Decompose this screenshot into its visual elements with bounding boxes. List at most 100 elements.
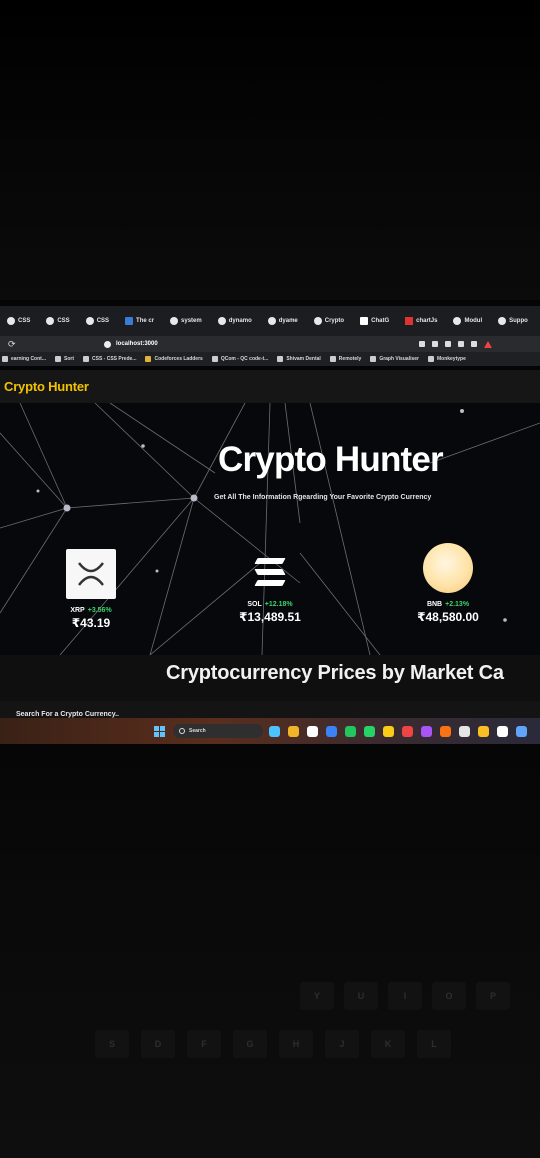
coin-symbol: BNB bbox=[426, 601, 443, 608]
taskbar-app-icon[interactable] bbox=[326, 725, 337, 737]
bookmark-item[interactable]: earning Cont... bbox=[2, 356, 46, 362]
extension-icon[interactable] bbox=[445, 340, 451, 347]
browser-tab[interactable]: Crypto bbox=[309, 312, 349, 330]
bookmark-item[interactable]: Graph Visualiser bbox=[370, 356, 419, 362]
browser-tab[interactable]: Suppo bbox=[493, 312, 533, 330]
browser-tab-strip: CSS CSS CSS The cr system dynamo dyame Crypto Ch… bbox=[0, 306, 540, 336]
keyboard-key: I bbox=[388, 982, 422, 1010]
coin-price: ₹43.19 bbox=[71, 616, 111, 630]
hero-subtitle: Get All The Information Rgearding Your F… bbox=[214, 494, 432, 501]
github-icon bbox=[170, 317, 179, 325]
extension-icon[interactable] bbox=[471, 340, 477, 347]
browser-tab[interactable]: Modul bbox=[448, 312, 487, 330]
site-info-icon[interactable] bbox=[104, 340, 111, 348]
keyboard-key: H bbox=[279, 1030, 313, 1058]
crypto-search-input[interactable]: Search For a Crypto Currency.. bbox=[16, 711, 119, 718]
taskbar-app-icon[interactable] bbox=[402, 725, 413, 737]
browser-tab[interactable]: ChatG bbox=[355, 312, 394, 330]
taskbar-app-icon[interactable] bbox=[497, 725, 508, 737]
extension-icon[interactable] bbox=[458, 340, 464, 347]
bookmark-icon bbox=[55, 356, 61, 362]
taskbar-app-icon[interactable] bbox=[288, 725, 299, 737]
github-icon bbox=[370, 356, 377, 362]
extension-icon[interactable] bbox=[419, 340, 425, 347]
browser-tab-label: CSS bbox=[96, 318, 110, 324]
doc-icon bbox=[125, 317, 134, 325]
windows-start-icon[interactable] bbox=[154, 725, 165, 737]
url-text[interactable]: localhost:3000 bbox=[116, 341, 158, 347]
github-icon bbox=[453, 317, 462, 325]
bookmark-label: Remotely bbox=[338, 356, 362, 362]
coin-symbol: SOL bbox=[247, 601, 262, 608]
coin-card-xrp[interactable]: XRP +3.56% ₹43.19 bbox=[63, 549, 119, 630]
taskbar-app-icon[interactable] bbox=[383, 725, 394, 737]
bookmark-item[interactable]: Monkeytype bbox=[427, 356, 466, 362]
browser-tab[interactable]: CSS bbox=[81, 312, 114, 330]
bookmark-icon bbox=[277, 356, 284, 362]
chat-icon bbox=[360, 317, 369, 325]
bookmark-label: Monkeytype bbox=[436, 356, 466, 362]
browser-tab[interactable]: dynamo bbox=[213, 312, 257, 330]
browser-tab[interactable]: chartJs bbox=[400, 312, 442, 330]
taskbar-app-icon[interactable] bbox=[516, 725, 527, 737]
github-icon bbox=[46, 317, 55, 325]
bookmark-item[interactable]: Sort bbox=[55, 356, 74, 362]
bookmark-item[interactable]: QCom - QC code-t... bbox=[211, 356, 269, 362]
browser-tab-label: The cr bbox=[136, 318, 155, 324]
coin-symbol-change: XRP +3.56% bbox=[63, 607, 119, 614]
github-icon bbox=[7, 317, 15, 325]
keyboard-key: J bbox=[325, 1030, 359, 1058]
keyboard-key: K bbox=[371, 1030, 405, 1058]
browser-tab-label: CSS bbox=[57, 318, 70, 324]
coin-card-bnb[interactable]: BNB +2.13% ₹48,580.00 bbox=[408, 543, 488, 624]
github-icon bbox=[217, 317, 226, 325]
coin-symbol-change: SOL +12.18% bbox=[228, 601, 312, 608]
taskbar-app-icon[interactable] bbox=[269, 725, 280, 737]
browser-tab[interactable]: The cr bbox=[120, 312, 159, 330]
taskbar-app-icon[interactable] bbox=[421, 725, 432, 737]
bookmark-label: QCom - QC code-t... bbox=[220, 356, 269, 362]
browser-tab[interactable]: CSS bbox=[2, 312, 35, 330]
address-bar: ⟳ localhost:3000 bbox=[0, 336, 540, 352]
github-icon bbox=[267, 317, 276, 325]
bookmark-item[interactable]: Remotely bbox=[329, 356, 362, 362]
taskbar-app-icon[interactable] bbox=[459, 725, 470, 737]
hero-banner: Crypto Hunter Get All The Information Rg… bbox=[0, 403, 540, 655]
taskbar-search[interactable]: Search bbox=[173, 724, 263, 738]
coin-card-sol[interactable]: SOL +12.18% ₹13,489.51 bbox=[228, 555, 312, 624]
codeforces-icon bbox=[145, 356, 152, 362]
browser-tab[interactable]: CSS bbox=[41, 312, 74, 330]
github-icon bbox=[313, 317, 322, 325]
bookmark-item[interactable]: Shivam Dental bbox=[277, 356, 321, 362]
browser-tab[interactable]: dyame bbox=[263, 312, 303, 330]
bookmark-item[interactable]: CSS - CSS Prede... bbox=[83, 356, 136, 362]
coin-change: +2.13% bbox=[445, 601, 470, 608]
taskbar-app-icon[interactable] bbox=[440, 725, 451, 737]
bookmark-icon bbox=[2, 356, 8, 362]
bookmark-label: Graph Visualiser bbox=[379, 356, 419, 362]
warning-icon[interactable] bbox=[484, 340, 492, 348]
keyboard-key: G bbox=[233, 1030, 267, 1058]
section-title: Cryptocurrency Prices by Market Ca bbox=[166, 662, 504, 684]
taskbar-app-icon[interactable] bbox=[478, 725, 489, 737]
brand-logo-text[interactable]: Crypto Hunter bbox=[4, 379, 89, 394]
taskbar-app-icon[interactable] bbox=[307, 725, 318, 737]
coin-change: +3.56% bbox=[87, 607, 112, 614]
keyboard-key: Y bbox=[300, 982, 334, 1010]
taskbar-app-icon[interactable] bbox=[345, 725, 356, 737]
browser-tab-label: Modul bbox=[464, 318, 483, 324]
bookmark-item[interactable]: Codeforces Ladders bbox=[145, 356, 203, 362]
browser-tab-label: ChatG bbox=[371, 318, 390, 324]
coin-symbol: XRP bbox=[70, 607, 85, 614]
reload-icon[interactable]: ⟳ bbox=[8, 339, 26, 350]
extension-icon[interactable] bbox=[432, 340, 438, 347]
github-icon bbox=[83, 356, 89, 362]
coin-symbol-change: BNB +2.13% bbox=[408, 601, 488, 608]
browser-tab[interactable]: system bbox=[165, 312, 207, 330]
url-field[interactable]: localhost:3000 bbox=[104, 340, 158, 348]
taskbar-app-icon[interactable] bbox=[364, 725, 375, 737]
solana-logo-icon bbox=[253, 555, 287, 589]
browser-tab-label: Crypto bbox=[324, 318, 345, 324]
browser-tab-label: Suppo bbox=[509, 318, 528, 324]
coin-price: ₹13,489.51 bbox=[239, 610, 301, 624]
